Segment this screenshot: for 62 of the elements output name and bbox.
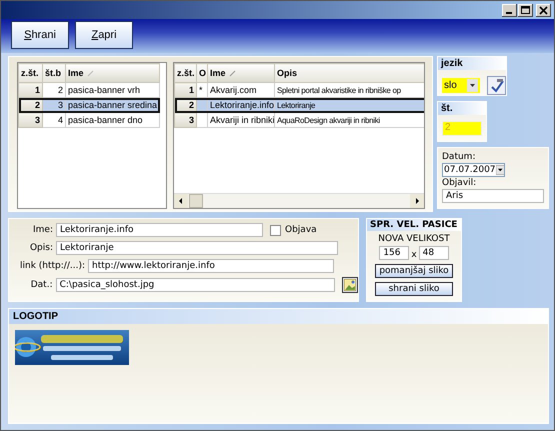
scroll-right-button[interactable] — [410, 194, 424, 208]
action-button[interactable]: shrani sliko — [375, 282, 453, 296]
table-cell: pasica-banner sredina — [66, 98, 160, 112]
field-label: Dat.: — [30, 280, 53, 290]
publish-checkbox[interactable] — [270, 224, 281, 236]
dropdown-arrow-icon[interactable] — [496, 163, 504, 177]
toolbar-button[interactable]: Shrani — [11, 21, 69, 49]
scroll-left-button[interactable] — [174, 194, 188, 208]
horizontal-scrollbar[interactable] — [174, 193, 424, 208]
toolbar-button[interactable]: Zapri — [75, 21, 133, 49]
table-cell: Lektoriranje — [274, 98, 424, 112]
field-label: Ime: — [32, 225, 53, 235]
link-field[interactable]: http://www.lektoriranje.info — [88, 259, 334, 273]
table-cell: * — [196, 82, 208, 98]
spellcheck-icon[interactable] — [487, 76, 506, 95]
row-header[interactable]: 3 — [18, 112, 42, 128]
sort-icon — [228, 70, 236, 78]
section-title: LOGOTIP — [9, 309, 548, 324]
maximize-button[interactable] — [518, 4, 533, 16]
table-cell: pasica-banner dno — [66, 112, 160, 128]
author-label: Objavil: — [442, 178, 478, 188]
language-dropdown[interactable]: slo — [442, 78, 480, 93]
table-cell: 2 — [42, 82, 66, 98]
column-header[interactable]: Ime — [66, 64, 160, 82]
close-button[interactable] — [536, 4, 551, 16]
image-icon[interactable] — [342, 277, 358, 293]
table-cell: 4 — [42, 112, 66, 128]
box-title: SPR. VEL. PASICE — [367, 219, 461, 231]
author-field[interactable]: Aris — [442, 189, 544, 203]
table-cell: 3 — [42, 98, 66, 112]
column-header[interactable]: Ime — [208, 64, 274, 82]
action-button[interactable]: pomanjšaj sliko — [375, 264, 453, 278]
checkbox-label: Objava — [285, 225, 317, 235]
box-title: št. — [438, 102, 486, 115]
size-label: NOVA VELIKOST — [378, 234, 450, 244]
row-header[interactable]: 2 — [174, 98, 196, 112]
column-header[interactable]: Opis — [274, 64, 424, 82]
date-picker[interactable]: 07.07.2007 — [442, 163, 505, 177]
table-cell: Lektoriranje.info — [208, 98, 274, 112]
file-field[interactable]: C:\pasica_slohost.jpg — [56, 278, 336, 292]
field-label: link (http://...): — [19, 261, 85, 271]
name-field[interactable]: Lektoriranje.info — [56, 223, 263, 237]
column-header[interactable]: z.št. — [18, 64, 42, 82]
row-header[interactable]: 2 — [18, 98, 42, 112]
column-header[interactable]: O — [196, 64, 208, 82]
column-header[interactable]: z.št. — [174, 64, 196, 82]
times-sign: x — [411, 250, 417, 260]
height-field[interactable]: 48 — [418, 246, 449, 260]
description-field[interactable]: Lektoriranje — [56, 241, 338, 255]
row-header[interactable]: 1 — [18, 82, 42, 98]
field-label: Opis: — [28, 243, 53, 253]
row-header[interactable]: 1 — [174, 82, 196, 98]
box-title: jezik — [438, 57, 506, 70]
scroll-thumb[interactable] — [189, 194, 203, 208]
sort-icon — [86, 70, 94, 78]
minimize-button[interactable] — [502, 4, 517, 16]
width-field[interactable]: 156 — [379, 246, 410, 260]
row-header[interactable]: 3 — [174, 112, 196, 128]
table-cell: pasica-banner vrh — [66, 82, 160, 98]
date-label: Datum: — [442, 152, 476, 162]
column-header[interactable]: št.b — [42, 64, 66, 82]
table-cell: Akvarij.com — [208, 82, 274, 98]
